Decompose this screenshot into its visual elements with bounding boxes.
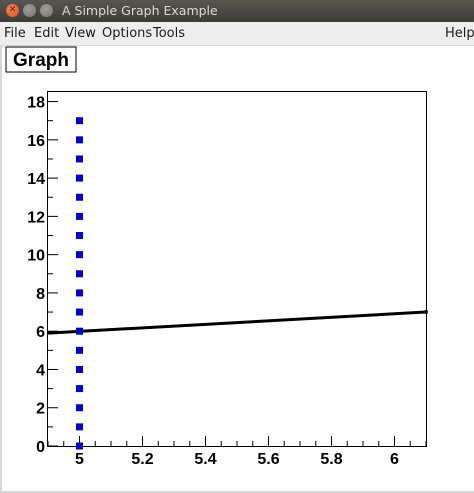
- scatter-point: [76, 117, 83, 125]
- scatter-point: [76, 423, 83, 431]
- close-window-icon[interactable]: ✕: [6, 4, 19, 17]
- y-tick-label: 4: [36, 362, 45, 379]
- scatter-point: [76, 385, 83, 393]
- scatter-point: [76, 212, 83, 220]
- y-tick-label: 0: [36, 439, 45, 456]
- maximize-window-icon[interactable]: [40, 4, 53, 17]
- x-tick-label: 5.2: [131, 451, 153, 468]
- menu-view[interactable]: View: [65, 26, 96, 41]
- x-tick-label: 5: [75, 451, 84, 468]
- menu-tools[interactable]: Tools: [153, 26, 185, 41]
- graph-canvas[interactable]: Graph 0 2 4 6 8 10 12 14 16 18 5 5.2 5.4 5.6 5.8 6: [0, 46, 474, 493]
- y-tick-label: 10: [27, 248, 45, 265]
- scatter-point: [76, 365, 83, 373]
- graph-line: [47, 310, 427, 335]
- scatter-point: [76, 308, 83, 316]
- graph-title: Graph: [13, 50, 69, 71]
- y-tick-label: 12: [27, 209, 45, 226]
- window-title: A Simple Graph Example: [62, 3, 218, 18]
- y-tick-label: 2: [36, 401, 45, 418]
- x-tick-label: 6: [390, 451, 399, 468]
- scatter-point: [76, 232, 83, 240]
- scatter-point: [76, 289, 83, 297]
- scatter-point: [76, 346, 83, 354]
- data-marks: [47, 117, 428, 450]
- scatter-point: [76, 327, 83, 335]
- canvas-left-border: [0, 46, 2, 493]
- scatter-point: [76, 442, 83, 450]
- scatter-point: [76, 270, 83, 278]
- y-tick-label: 6: [36, 324, 45, 341]
- menu-options[interactable]: Options: [102, 26, 152, 41]
- y-tick-label: 14: [27, 171, 45, 188]
- scatter-point: [76, 404, 83, 412]
- y-tick-label: 18: [27, 95, 45, 112]
- window-titlebar: ✕ A Simple Graph Example: [0, 0, 474, 22]
- scatter-point: [76, 155, 83, 163]
- line-end-point: [424, 310, 428, 315]
- scatter-point: [76, 174, 83, 182]
- y-tick-label: 16: [27, 133, 45, 150]
- scatter-point: [76, 193, 83, 201]
- plot-frame: [47, 91, 427, 447]
- scatter-point: [76, 136, 83, 144]
- menu-edit[interactable]: Edit: [34, 26, 59, 41]
- scatter-point: [76, 251, 83, 259]
- menu-bar: File Edit View Options Tools Help: [0, 22, 474, 46]
- minimize-window-icon[interactable]: [23, 4, 36, 17]
- axes: 0 2 4 6 8 10 12 14 16 18 5 5.2 5.4 5.6 5.8 6: [27, 95, 427, 468]
- menu-help[interactable]: Help: [445, 26, 474, 41]
- menu-file[interactable]: File: [4, 26, 26, 41]
- x-tick-label: 5.8: [320, 451, 342, 468]
- y-tick-label: 8: [36, 286, 45, 303]
- graph-chart: Graph 0 2 4 6 8 10 12 14 16 18 5 5.2 5.4 5.6 5.8 6: [5, 46, 428, 468]
- x-tick-label: 5.6: [257, 451, 279, 468]
- x-tick-label: 5.4: [194, 451, 216, 468]
